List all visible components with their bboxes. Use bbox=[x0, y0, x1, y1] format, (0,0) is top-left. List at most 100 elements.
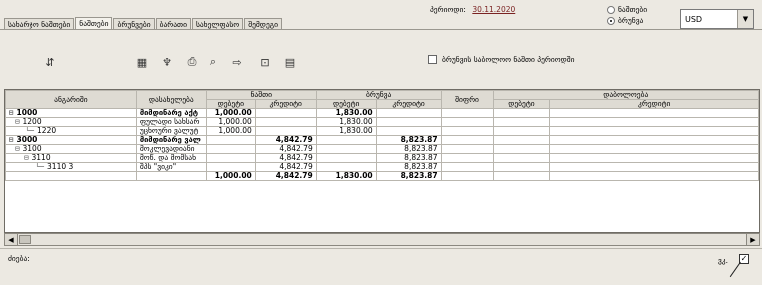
turnover-credit: 8,823.87 bbox=[375, 162, 442, 172]
account-code: 3110 bbox=[31, 153, 51, 162]
option-turnover[interactable]: ბრუნვა bbox=[607, 15, 647, 26]
column-opening-debit[interactable]: დებეტი bbox=[205, 99, 256, 109]
closing-credit bbox=[549, 153, 759, 163]
scroll-thumb[interactable] bbox=[19, 235, 31, 244]
closing-credit bbox=[549, 162, 759, 172]
code-cell bbox=[440, 162, 494, 172]
table-row[interactable]: ⊟ 1200 ფულადი სახსარ 1,000.00 1,830.00 bbox=[5, 117, 759, 127]
closing-credit bbox=[549, 135, 759, 145]
opening-credit bbox=[254, 117, 317, 127]
closing-debit bbox=[492, 153, 551, 163]
table-row[interactable]: └─ 3110 3 შპს "ვიკი" 4,842.79 8,823.87 bbox=[5, 162, 759, 172]
window: სახარჯო ნაშთები ნაშთები ბრუნვები ბარათი … bbox=[0, 0, 762, 285]
turnover-debit: 1,830.00 bbox=[315, 126, 377, 136]
drill-icon[interactable]: ⇵ bbox=[43, 55, 57, 69]
tab-divider bbox=[0, 29, 762, 30]
column-closing-debit[interactable]: დებეტი bbox=[492, 99, 551, 109]
turnover-credit: 8,823.87 bbox=[375, 135, 442, 145]
turnover-credit: 8,823.87 bbox=[375, 153, 442, 163]
table-row[interactable]: ⊟ 3100 მოკლევადიანი 4,842.79 8,823.87 bbox=[5, 144, 759, 154]
account-code: 3110 3 bbox=[47, 162, 74, 171]
opening-debit: 1,000.00 bbox=[205, 108, 256, 118]
tree-branch-icon: └─ bbox=[25, 126, 35, 135]
balances-table: ანგარიში დასახელება ნაშთი ბრუნვა შიფრი დ… bbox=[5, 90, 759, 181]
balances-grid: ანგარიში დასახელება ნაშთი ბრუნვა შიფრი დ… bbox=[4, 89, 760, 233]
tree-toggle-icon[interactable]: ⊟ bbox=[9, 110, 14, 117]
find-icon[interactable]: ⌕ bbox=[206, 55, 220, 69]
export-icon[interactable]: ⇨ bbox=[230, 55, 244, 69]
tree-branch-icon: └─ bbox=[35, 162, 45, 171]
currency-select[interactable]: USD ▼ bbox=[680, 9, 754, 29]
column-description[interactable]: დასახელება bbox=[135, 90, 207, 109]
table-row[interactable]: ⊟ 1000 მიმდინარე აქტ 1,000.00 1,830.00 bbox=[5, 108, 759, 118]
radio-button[interactable] bbox=[607, 5, 615, 14]
tree-toggle-icon[interactable]: ⊟ bbox=[15, 119, 20, 126]
display-options: ნაშთები ბრუნვა bbox=[607, 4, 647, 26]
closing-credit bbox=[549, 144, 759, 154]
code-cell bbox=[440, 126, 494, 136]
code-cell bbox=[440, 117, 494, 127]
tree-toggle-icon[interactable]: ⊟ bbox=[24, 155, 29, 162]
footer-divider bbox=[0, 248, 762, 249]
document-icon[interactable]: ▤ bbox=[283, 55, 297, 69]
account-description: მოწ. და მომსახ bbox=[135, 153, 207, 163]
code-cell bbox=[440, 135, 494, 145]
opening-credit: 4,842.79 bbox=[254, 162, 317, 172]
scroll-right-icon[interactable]: ▶ bbox=[746, 234, 759, 245]
closing-debit bbox=[492, 126, 551, 136]
total-turnover-debit: 1,830.00 bbox=[315, 171, 377, 181]
turnover-debit bbox=[315, 153, 377, 163]
footer-code-label: ვკ. bbox=[717, 256, 728, 265]
account-description: მოკლევადიანი bbox=[135, 144, 207, 154]
filter-icon[interactable]: ♆ bbox=[160, 55, 174, 69]
scroll-left-icon[interactable]: ◀ bbox=[5, 234, 18, 245]
account-code: 1220 bbox=[37, 126, 57, 135]
period-label: პერიოდი: bbox=[430, 5, 466, 14]
turnover-debit: 1,830.00 bbox=[315, 108, 377, 118]
closing-debit bbox=[492, 162, 551, 172]
closing-debit bbox=[492, 135, 551, 145]
opening-credit bbox=[254, 126, 317, 136]
turnover-debit bbox=[315, 135, 377, 145]
column-closing-credit[interactable]: კრედიტი bbox=[549, 99, 759, 109]
tree-toggle-icon[interactable]: ⊟ bbox=[9, 137, 14, 144]
totals-row: 1,000.00 4,842.79 1,830.00 8,823.87 bbox=[5, 171, 759, 181]
opening-credit: 4,842.79 bbox=[254, 153, 317, 163]
turnover-credit bbox=[375, 117, 442, 127]
radio-button-selected[interactable] bbox=[607, 16, 615, 25]
column-opening-credit[interactable]: კრედიტი bbox=[254, 99, 317, 109]
option-label: ბრუნვა bbox=[618, 16, 644, 25]
horizontal-scrollbar[interactable]: ◀ ▶ bbox=[4, 233, 760, 246]
column-opening-balance: ნაშთი bbox=[205, 90, 317, 100]
column-code[interactable]: შიფრი bbox=[440, 90, 494, 109]
column-turnover-debit[interactable]: დებეტი bbox=[315, 99, 377, 109]
column-account[interactable]: ანგარიში bbox=[5, 90, 137, 109]
print-icon[interactable]: ⎙ bbox=[185, 55, 199, 69]
column-closing: დაბოლოება bbox=[492, 90, 759, 100]
account-description: მიმდინარე ვალ bbox=[135, 135, 207, 145]
opening-credit: 4,842.79 bbox=[254, 144, 317, 154]
period-status: პერიოდი: 30.11.2020 bbox=[430, 5, 515, 14]
zoom-icon[interactable]: ⊡ bbox=[258, 55, 272, 69]
chevron-down-icon[interactable]: ▼ bbox=[737, 10, 753, 28]
column-turnover-credit[interactable]: კრედიტი bbox=[375, 99, 442, 109]
total-opening-credit: 4,842.79 bbox=[254, 171, 317, 181]
final-balance-checkbox[interactable]: ბრუნვის საბოლოო ნაშთი პერიოდში bbox=[428, 55, 575, 64]
table-row[interactable]: ⊟ 3110 მოწ. და მომსახ 4,842.79 8,823.87 bbox=[5, 153, 759, 163]
account-code: 3000 bbox=[16, 135, 38, 144]
option-balances[interactable]: ნაშთები bbox=[607, 4, 647, 15]
totals-label bbox=[5, 171, 137, 181]
opening-debit bbox=[205, 135, 256, 145]
tree-toggle-icon[interactable]: ⊟ bbox=[15, 146, 20, 153]
table-row[interactable]: ⊟ 3000 მიმდინარე ვალ 4,842.79 8,823.87 bbox=[5, 135, 759, 145]
account-description: მიმდინარე აქტ bbox=[135, 108, 207, 118]
closing-credit bbox=[549, 108, 759, 118]
account-code: 1200 bbox=[22, 117, 42, 126]
period-value[interactable]: 30.11.2020 bbox=[472, 5, 515, 14]
table-row[interactable]: └─ 1220 უცხოური ვალუტ 1,000.00 1,830.00 bbox=[5, 126, 759, 136]
checkbox-box[interactable] bbox=[428, 55, 437, 64]
turnover-debit bbox=[315, 144, 377, 154]
checkbox-label: ბრუნვის საბოლოო ნაშთი პერიოდში bbox=[442, 55, 575, 64]
currency-value: USD bbox=[685, 14, 703, 24]
calendar-icon[interactable]: ▦ bbox=[135, 55, 149, 69]
